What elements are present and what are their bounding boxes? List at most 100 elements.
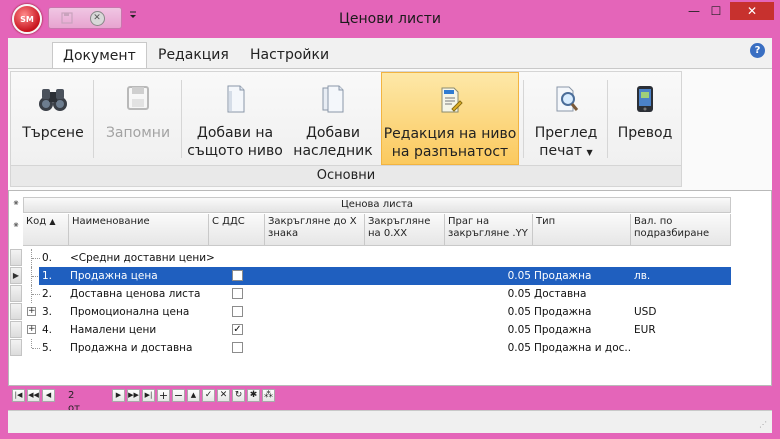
print-preview-button[interactable]: Преглед печат ▼: [529, 72, 603, 165]
row-indicator[interactable]: [10, 321, 22, 338]
refresh-button[interactable]: ↻: [232, 389, 245, 402]
add-same-level-label-1: Добави на: [196, 125, 274, 141]
cell-threshold: 0.05: [507, 324, 531, 336]
next-record-button[interactable]: ▶: [112, 389, 125, 402]
column-header-vat[interactable]: С ДДС: [209, 214, 265, 246]
ribbon-group-main: Търсене Запомни Добави на същото ниво До…: [10, 71, 682, 187]
edit-document-icon: [441, 87, 463, 113]
maximize-button[interactable]: ☐: [705, 2, 727, 20]
edit-level-button[interactable]: Редакция на ниво на разпънатост: [381, 72, 519, 165]
column-header-threshold[interactable]: Праг на закръгляне .YY: [445, 214, 533, 246]
vat-checkbox[interactable]: [232, 306, 243, 317]
column-header-currency[interactable]: Вал. по подразбиране: [631, 214, 731, 246]
application-window: Ценови листи SM ✕ — ☐ ✕ Документ Редакци…: [0, 0, 780, 439]
add-child-label-1: Добави: [305, 125, 361, 141]
expand-icon[interactable]: +: [27, 307, 36, 316]
search-button[interactable]: Търсене: [17, 72, 89, 165]
ribbon-separator: [523, 80, 524, 158]
vat-checkbox[interactable]: [232, 288, 243, 299]
minimize-button[interactable]: —: [683, 2, 705, 20]
translate-label: Превод: [617, 125, 673, 141]
table-row[interactable]: 0. <Средни доставни цени>: [9, 249, 733, 267]
prev-page-button[interactable]: ◀◀: [27, 389, 40, 402]
tab-document[interactable]: Документ: [52, 42, 147, 68]
row-indicator[interactable]: [10, 339, 22, 356]
column-header-code-label: Код: [26, 216, 47, 227]
tree-line: [31, 249, 40, 267]
status-bar: ⋰: [8, 410, 772, 433]
insert-record-button[interactable]: +: [157, 389, 170, 402]
expand-icon[interactable]: +: [27, 325, 36, 334]
resize-grip-icon[interactable]: ⋰: [759, 420, 769, 430]
row-indicator-current[interactable]: ▶: [10, 267, 22, 284]
cell-currency: EUR: [634, 324, 656, 336]
chevron-down-icon: [130, 11, 136, 18]
cancel-edit-button[interactable]: ✕: [217, 389, 230, 402]
first-record-button[interactable]: |◀: [12, 389, 25, 402]
document-icon: [227, 85, 245, 113]
set-bookmark-button[interactable]: ✱: [247, 389, 260, 402]
chevron-down-icon: ▼: [586, 148, 593, 157]
ribbon-panel: Търсене Запомни Добави на същото ниво До…: [8, 68, 772, 190]
prev-record-button[interactable]: ◀: [42, 389, 55, 402]
delete-record-button[interactable]: −: [172, 389, 185, 402]
table-row[interactable]: + 4. Намалени цени ✓ 0.05 Продажна EUR: [9, 321, 733, 339]
cell-threshold: 0.05: [507, 270, 531, 282]
add-child-button[interactable]: Добави наследник: [289, 72, 377, 165]
quick-close-button[interactable]: ✕: [89, 10, 105, 26]
goto-bookmark-button[interactable]: ⁂: [262, 389, 275, 402]
column-chooser-icon[interactable]: ⁕: [10, 221, 22, 237]
price-lists-grid[interactable]: ⁕ Ценова листа ⁕ Код ▲ Наименование С ДД…: [8, 190, 772, 386]
ribbon-separator: [93, 80, 94, 158]
row-indicator[interactable]: [10, 285, 22, 302]
column-header-type[interactable]: Тип: [533, 214, 631, 246]
cell-type: Продажна: [534, 324, 592, 336]
next-page-button[interactable]: ▶▶: [127, 389, 140, 402]
cell-code: 2.: [42, 288, 53, 300]
band-corner-icon: ⁕: [12, 199, 20, 209]
cell-currency: USD: [634, 306, 657, 318]
ribbon-tab-strip: Документ Редакция Настройки ?: [8, 38, 772, 68]
vat-checkbox[interactable]: [232, 342, 243, 353]
cell-name: <Средни доставни цени>: [70, 252, 215, 264]
row-indicator[interactable]: [10, 249, 22, 266]
tree-line: [31, 339, 40, 349]
translate-icon: [637, 86, 653, 112]
last-record-button[interactable]: ▶|: [142, 389, 155, 402]
cell-code: 0.: [42, 252, 53, 264]
ribbon-separator: [181, 80, 182, 158]
add-same-level-button[interactable]: Добави на същото ниво: [185, 72, 285, 165]
column-header-name[interactable]: Наименование: [69, 214, 209, 246]
table-row[interactable]: 5. Продажна и доставна 0.05 Продажна и д…: [9, 339, 733, 357]
column-header-round-x[interactable]: Закръгляне до X знака: [265, 214, 365, 246]
post-record-button[interactable]: ✓: [202, 389, 215, 402]
help-icon[interactable]: ?: [750, 43, 765, 58]
cell-code: 3.: [42, 306, 53, 318]
app-menu-button[interactable]: SM: [12, 4, 42, 34]
floppy-disk-icon: [127, 86, 149, 110]
print-preview-label-2: печат: [539, 143, 583, 159]
table-row[interactable]: 2. Доставна ценова листа 0.05 Доставна: [9, 285, 733, 303]
translate-button[interactable]: Превод: [611, 72, 679, 165]
vat-checkbox-checked[interactable]: ✓: [232, 324, 243, 335]
tab-edit[interactable]: Редакция: [148, 42, 239, 68]
tab-settings[interactable]: Настройки: [240, 42, 339, 68]
column-header-round-0xx[interactable]: Закръгляне на 0.XX: [365, 214, 445, 246]
cell-name: Промоционална цена: [70, 306, 190, 318]
edit-level-label-2: на разпънатост: [391, 144, 509, 160]
edit-level-label-1: Редакция на ниво: [383, 126, 517, 142]
column-header-code[interactable]: Код ▲: [23, 214, 69, 246]
cell-name: Намалени цени: [70, 324, 157, 336]
quick-save-button[interactable]: [59, 10, 75, 26]
close-button[interactable]: ✕: [730, 2, 774, 20]
table-row-selected[interactable]: ▶ 1. Продажна цена 0.05 Продажна лв.: [9, 267, 733, 285]
customize-toolbar-button[interactable]: [128, 9, 138, 23]
save-button[interactable]: Запомни: [99, 72, 177, 165]
vat-checkbox[interactable]: [232, 270, 243, 281]
row-indicator[interactable]: [10, 303, 22, 320]
edit-record-button[interactable]: ▲: [187, 389, 200, 402]
sort-asc-icon: ▲: [49, 217, 56, 226]
table-row[interactable]: + 3. Промоционална цена 0.05 Продажна US…: [9, 303, 733, 321]
cell-name: Продажна и доставна: [70, 342, 193, 354]
cell-threshold: 0.05: [507, 306, 531, 318]
